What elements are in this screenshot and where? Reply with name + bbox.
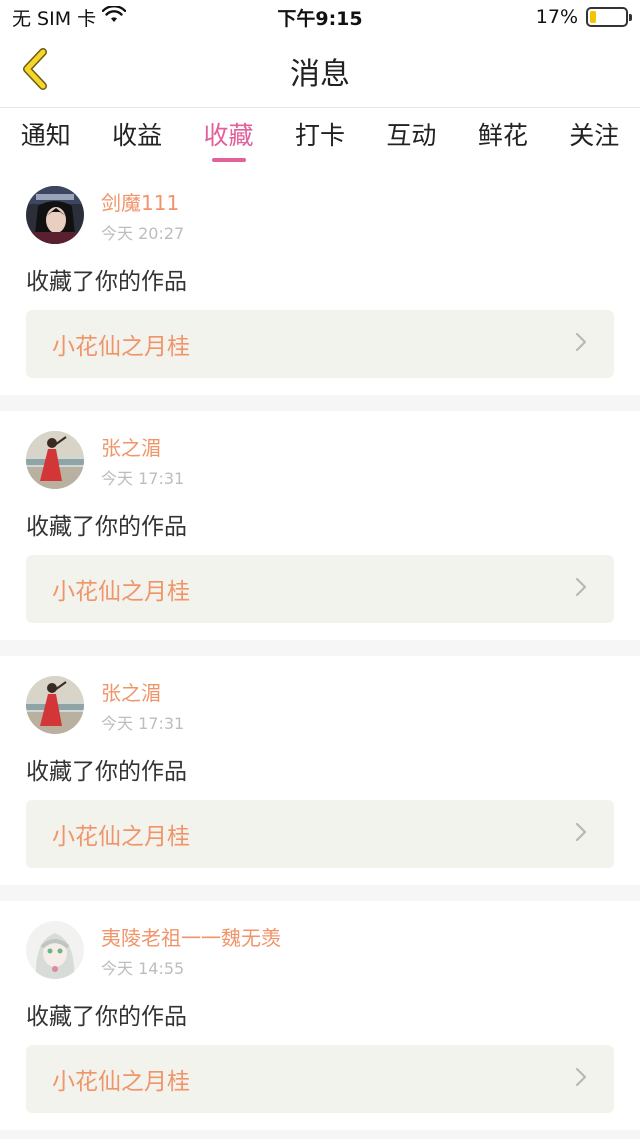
message-card: 张之湄 今天 17:31 收藏了你的作品 小花仙之月桂	[0, 656, 640, 885]
user-meta: 张之湄 今天 17:31	[101, 677, 184, 734]
battery-fill	[590, 11, 596, 23]
user-meta: 张之湄 今天 17:31	[101, 432, 184, 489]
battery-percent: 17%	[535, 6, 578, 28]
user-row: 张之湄 今天 17:31	[26, 672, 614, 738]
tab-label: 互动	[386, 121, 437, 150]
username-link[interactable]: 张之湄	[101, 432, 184, 461]
message-card: 夷陵老祖一一魏无羡 今天 14:55 收藏了你的作品 小花仙之月桂	[0, 901, 640, 1130]
battery-icon	[586, 7, 632, 27]
message-card: 剑魔111 今天 20:27 收藏了你的作品 小花仙之月桂	[0, 166, 640, 395]
tab-interactions[interactable]: 互动	[382, 116, 440, 152]
tab-label: 收益	[112, 121, 163, 150]
action-text: 收藏了你的作品	[26, 269, 187, 295]
status-bar: 无 SIM 卡 下午9:15 17%	[0, 0, 640, 34]
work-title: 小花仙之月桂	[52, 579, 190, 605]
message-list: 剑魔111 今天 20:27 收藏了你的作品 小花仙之月桂 张之湄 今天 17:…	[0, 166, 640, 1130]
wifi-icon	[101, 4, 127, 29]
work-title: 小花仙之月桂	[52, 334, 190, 360]
action-text: 收藏了你的作品	[26, 1004, 187, 1030]
tab-label: 打卡	[294, 121, 345, 150]
work-title: 小花仙之月桂	[52, 1069, 190, 1095]
user-row: 张之湄 今天 17:31	[26, 427, 614, 493]
tab-flowers[interactable]: 鲜花	[474, 116, 532, 152]
carrier-label: 无 SIM 卡	[12, 7, 97, 30]
chevron-right-icon	[574, 821, 588, 847]
tab-label: 鲜花	[477, 121, 528, 150]
user-row: 剑魔111 今天 20:27	[26, 182, 614, 248]
user-meta: 夷陵老祖一一魏无羡 今天 14:55	[101, 922, 281, 979]
avatar[interactable]	[26, 676, 84, 734]
tab-label: 通知	[20, 121, 71, 150]
page-title: 消息	[290, 56, 350, 92]
username-link[interactable]: 张之湄	[101, 677, 184, 706]
work-link[interactable]: 小花仙之月桂	[26, 800, 614, 868]
work-title: 小花仙之月桂	[52, 824, 190, 850]
nav-bar: 消息	[0, 34, 640, 108]
chevron-right-icon	[574, 331, 588, 357]
tab-earnings[interactable]: 收益	[108, 116, 166, 152]
work-link[interactable]: 小花仙之月桂	[26, 310, 614, 378]
timestamp: 今天 14:55	[101, 958, 185, 978]
user-row: 夷陵老祖一一魏无羡 今天 14:55	[26, 917, 614, 983]
tab-label: 收藏	[203, 121, 254, 150]
timestamp: 今天 17:31	[101, 713, 185, 733]
tab-checkin[interactable]: 打卡	[291, 116, 349, 152]
tab-favorites[interactable]: 收藏	[200, 116, 258, 152]
user-meta: 剑魔111 今天 20:27	[101, 187, 184, 244]
timestamp: 今天 20:27	[101, 223, 185, 243]
status-right: 17%	[535, 6, 632, 28]
tab-bar: 通知 收益 收藏 打卡 互动 鲜花 关注	[0, 108, 640, 166]
username-link[interactable]: 剑魔111	[101, 187, 184, 216]
work-link[interactable]: 小花仙之月桂	[26, 555, 614, 623]
tab-label: 关注	[569, 121, 620, 150]
tab-notifications[interactable]: 通知	[17, 116, 75, 152]
message-card: 张之湄 今天 17:31 收藏了你的作品 小花仙之月桂	[0, 411, 640, 640]
username-link[interactable]: 夷陵老祖一一魏无羡	[101, 922, 281, 951]
timestamp: 今天 17:31	[101, 468, 185, 488]
avatar[interactable]	[26, 186, 84, 244]
chevron-left-icon	[19, 48, 49, 94]
status-left: 无 SIM 卡	[12, 4, 127, 31]
chevron-right-icon	[574, 1066, 588, 1092]
tab-follows[interactable]: 关注	[565, 116, 623, 152]
avatar[interactable]	[26, 921, 84, 979]
avatar[interactable]	[26, 431, 84, 489]
work-link[interactable]: 小花仙之月桂	[26, 1045, 614, 1113]
back-button[interactable]	[14, 48, 54, 94]
action-text: 收藏了你的作品	[26, 759, 187, 785]
chevron-right-icon	[574, 576, 588, 602]
action-text: 收藏了你的作品	[26, 514, 187, 540]
